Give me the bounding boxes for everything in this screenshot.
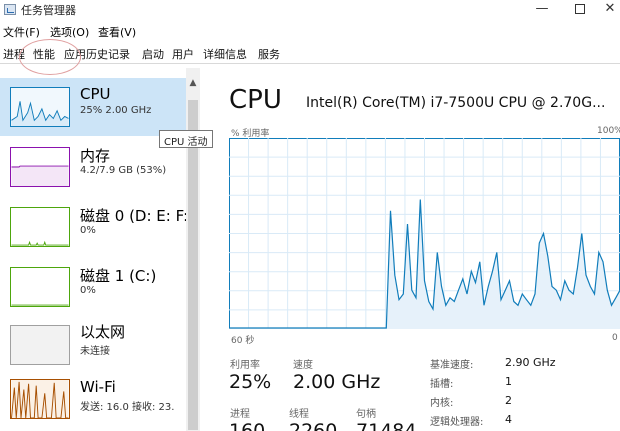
speed-label: 速度 [293,360,313,371]
window-title: 任务管理器 [21,4,76,17]
logical-processors-value: 4 [505,413,512,426]
resource-sidebar: CPU 25% 2.00 GHz 内存 4.2/7.9 GB (53%) 磁盘 … [0,68,205,431]
sidebar-item-disk-0[interactable]: 磁盘 0 (D: E: F:) 0% [0,198,198,256]
sidebar-item-value: 0% [80,225,96,236]
sidebar-item-label: 以太网 [80,323,126,341]
sidebar-item-label: Wi-Fi [80,378,116,396]
processes-label: 进程 [230,409,250,420]
chart-max-label: 100% [597,126,620,136]
close-button[interactable]: ✕ [590,0,620,20]
disk0-thumbnail-graph [10,207,70,247]
tab-users[interactable]: 用户 [172,46,194,62]
cpu-utilization-chart [229,138,620,329]
menu-options[interactable]: 选项(O) [50,24,89,40]
scrollbar-thumb[interactable] [188,100,198,430]
wifi-thumbnail-graph [10,379,70,419]
sidebar-item-value: 4.2/7.9 GB (53%) [80,165,167,176]
memory-thumbnail-graph [10,147,70,187]
tab-services[interactable]: 服务 [258,46,280,62]
sidebar-item-value: 0% [80,285,96,296]
ethernet-thumbnail-graph [10,325,70,365]
utilization-label: 利用率 [230,360,260,371]
sockets-label: 插槽: [430,379,454,390]
tab-bar: 进程 性能 应用历史记录 启动 用户 详细信息 服务 [0,42,620,64]
task-manager-icon [4,4,16,15]
title-bar: 任务管理器 — ✕ [0,0,620,20]
tab-startup[interactable]: 启动 [142,46,164,62]
menu-file[interactable]: 文件(F) [3,24,40,40]
maximize-icon [575,4,585,14]
utilization-value: 25% [229,371,272,393]
page-title: CPU [229,85,282,115]
disk1-thumbnail-graph [10,267,70,307]
handles-value: 71484 [356,420,417,431]
sidebar-item-label: 内存 [80,147,111,165]
tooltip: CPU 活动 [159,130,213,148]
logical-processors-label: 逻辑处理器: [430,417,484,428]
sidebar-item-label: 磁盘 0 (D: E: F:) [80,207,194,225]
sidebar-item-ethernet[interactable]: 以太网 未连接 [0,318,198,376]
chart-min-label: 0 [612,333,618,343]
base-speed-value: 2.90 GHz [505,356,556,369]
handles-label: 句柄 [356,409,376,420]
scroll-up-icon[interactable]: ▲ [187,78,199,88]
processes-value: 160 [229,420,266,431]
threads-label: 线程 [289,409,309,420]
sockets-value: 1 [505,375,512,388]
sidebar-item-disk-1[interactable]: 磁盘 1 (C:) 0% [0,258,198,316]
cores-label: 内核: [430,398,454,409]
threads-value: 2260 [289,420,338,431]
sidebar-item-label: CPU [80,85,111,103]
base-speed-label: 基准速度: [430,360,474,371]
cpu-model-name: Intel(R) Core(TM) i7-7500U CPU @ 2.70G..… [306,95,606,111]
sidebar-item-value: 发送: 16.0 接收: 23. [80,402,175,413]
sidebar-item-wifi[interactable]: Wi-Fi 发送: 16.0 接收: 23. [0,373,198,431]
chart-time-label: 60 秒 [231,336,255,346]
menu-view[interactable]: 查看(V) [98,24,136,40]
sidebar-item-cpu[interactable]: CPU 25% 2.00 GHz [0,78,198,136]
minimize-button[interactable]: — [522,0,562,20]
speed-value: 2.00 GHz [293,371,381,393]
tab-details[interactable]: 详细信息 [203,46,247,62]
cores-value: 2 [505,394,512,407]
sidebar-item-label: 磁盘 1 (C:) [80,267,157,285]
sidebar-item-value: 未连接 [80,346,110,357]
sidebar-item-value: 25% 2.00 GHz [80,105,152,116]
cpu-thumbnail-graph [10,87,70,127]
